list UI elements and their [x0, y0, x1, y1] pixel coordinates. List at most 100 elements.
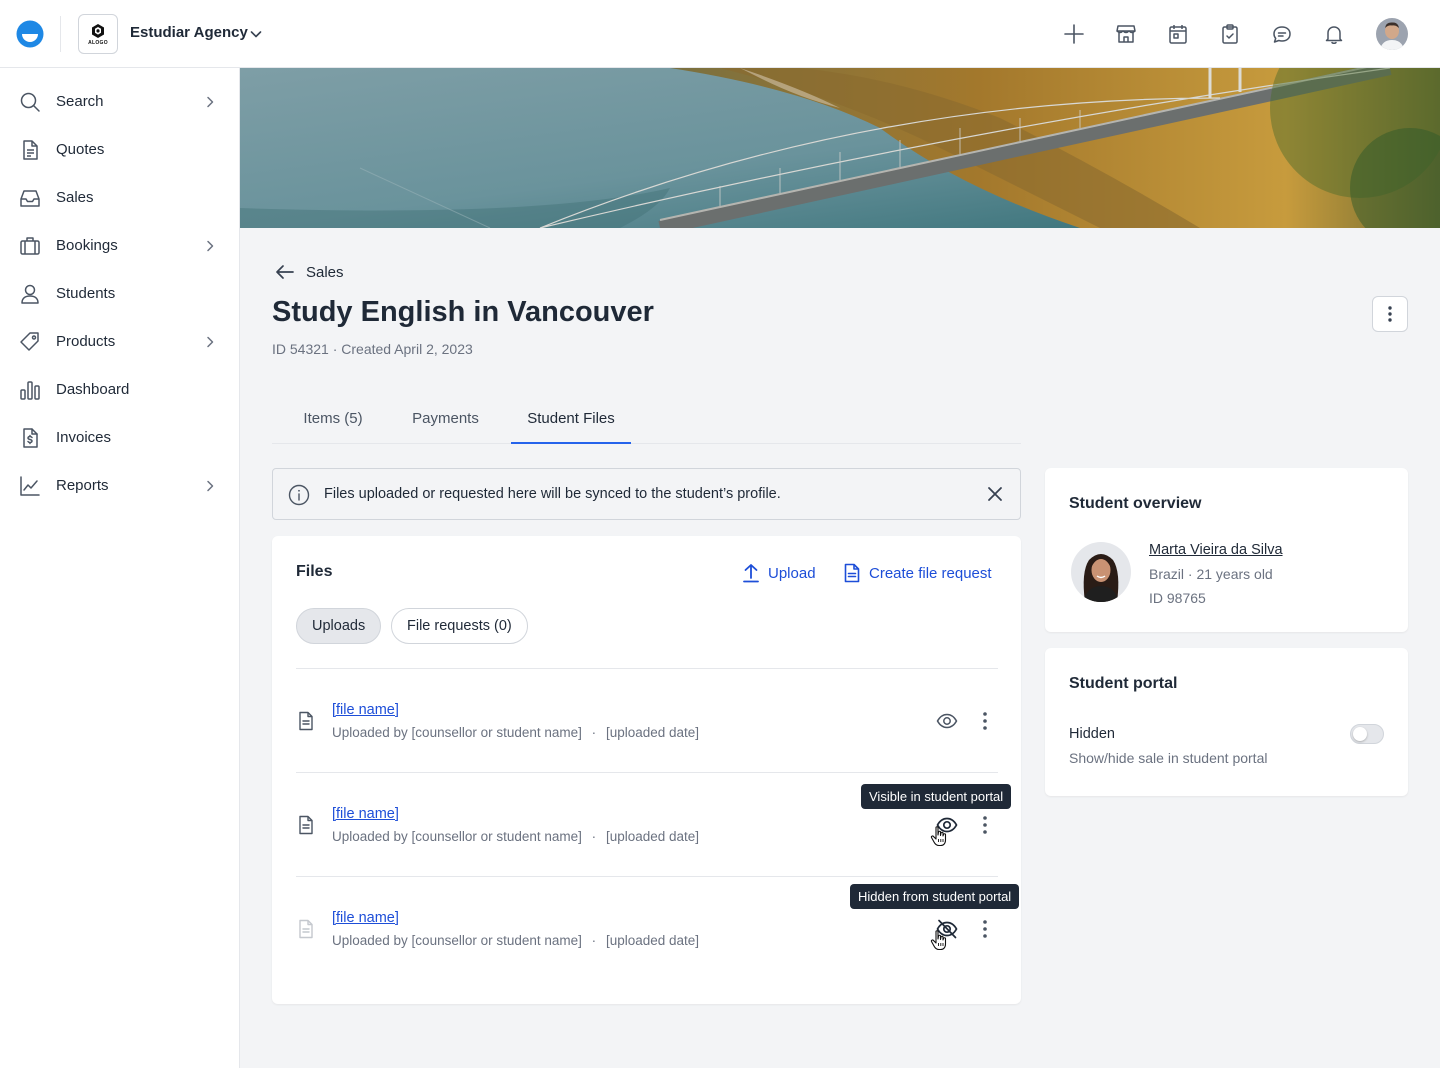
topbar-divider: [60, 16, 61, 52]
eye-icon[interactable]: [935, 709, 959, 733]
calendar-icon[interactable]: [1166, 22, 1190, 46]
sidebar-item-dashboard[interactable]: Dashboard: [0, 366, 239, 414]
student-avatar[interactable]: [1071, 542, 1131, 602]
sidebar-item-products[interactable]: Products: [0, 318, 239, 366]
banner-message: Files uploaded or requested here will be…: [324, 486, 781, 502]
student-details: Brazil · 21 years old: [1149, 566, 1273, 582]
file-uploader: Uploaded by [counsellor or student name]: [332, 725, 582, 740]
kebab-menu-icon[interactable]: [973, 709, 997, 733]
hand-cursor-icon: [930, 929, 948, 951]
kebab-menu-icon[interactable]: [973, 917, 997, 941]
app-logo-icon[interactable]: [16, 20, 44, 48]
portal-status: Hidden: [1069, 726, 1115, 742]
document-icon: [18, 138, 42, 162]
file-icon: [297, 919, 315, 939]
student-portal-card: Student portal Hidden Show/hide sale in …: [1045, 648, 1408, 796]
storefront-icon[interactable]: [1114, 22, 1138, 46]
user-avatar[interactable]: [1376, 18, 1408, 50]
kebab-menu-icon: [1388, 306, 1392, 322]
meta-separator: ·: [591, 829, 597, 844]
sidebar-item-sales[interactable]: Sales: [0, 174, 239, 222]
file-icon: [297, 711, 315, 731]
file-meta: Uploaded by [counsellor or student name]…: [332, 829, 699, 844]
sidebar-item-students[interactable]: Students: [0, 270, 239, 318]
kebab-menu-icon[interactable]: [973, 813, 997, 837]
agency-name[interactable]: Estudiar Agency: [130, 24, 248, 41]
sidebar-item-bookings[interactable]: Bookings: [0, 222, 239, 270]
sidebar-item-search[interactable]: Search: [0, 78, 239, 126]
bell-icon[interactable]: [1322, 22, 1346, 46]
plus-icon[interactable]: [1062, 22, 1086, 46]
meta-separator: ·: [591, 933, 597, 948]
info-banner: Files uploaded or requested here will be…: [272, 468, 1021, 520]
file-upload-date: [uploaded date]: [605, 829, 700, 844]
sidebar-item-quotes[interactable]: Quotes: [0, 126, 239, 174]
chat-icon[interactable]: [1270, 22, 1294, 46]
student-name-link[interactable]: Marta Vieira da Silva: [1149, 542, 1283, 558]
line-chart-icon: [18, 474, 42, 498]
file-name-link[interactable]: [file name]: [332, 702, 399, 718]
tab-student-files[interactable]: Student Files: [511, 396, 631, 444]
sidebar-item-label: Dashboard: [56, 381, 130, 398]
files-title: Files: [296, 563, 333, 580]
sidebar-item-label: Quotes: [56, 141, 105, 158]
sidebar-item-invoices[interactable]: Invoices: [0, 414, 239, 462]
meta-separator: ·: [591, 725, 597, 740]
chevron-right-icon: [202, 478, 218, 494]
sidebar-item-label: Products: [56, 333, 116, 350]
sidebar-item-label: Search: [56, 93, 104, 110]
close-icon[interactable]: [986, 485, 1004, 503]
hero-banner-image: [240, 68, 1440, 228]
back-to-sales-link[interactable]: Sales: [274, 260, 344, 284]
create-file-request-button[interactable]: Create file request: [843, 562, 992, 584]
tab-payments[interactable]: Payments: [400, 396, 491, 444]
invoice-icon: [18, 426, 42, 450]
portal-help-text: Show/hide sale in student portal: [1069, 750, 1268, 766]
search-icon: [18, 90, 42, 114]
upload-button[interactable]: Upload: [742, 562, 816, 584]
file-upload-date: [uploaded date]: [605, 933, 700, 948]
student-overview-title: Student overview: [1069, 495, 1202, 512]
student-overview-card: Student overview Marta Vieira da Silva B…: [1045, 468, 1408, 632]
tooltip-hidden: Hidden from student portal: [850, 884, 1020, 909]
sidebar-item-label: Bookings: [56, 237, 118, 254]
sidebar-item-label: Sales: [56, 189, 94, 206]
filter-file-requests[interactable]: File requests (0): [391, 608, 528, 644]
top-bar: ALOGO Estudiar Agency: [0, 0, 1440, 68]
portal-visibility-toggle[interactable]: [1350, 724, 1384, 744]
hand-cursor-icon: [930, 825, 948, 847]
file-name-link[interactable]: [file name]: [332, 806, 399, 822]
tag-icon: [18, 330, 42, 354]
agency-logo: ALOGO: [78, 14, 118, 54]
inbox-tray-icon: [18, 186, 42, 210]
upload-label: Upload: [768, 564, 816, 582]
page-meta: ID 54321 · Created April 2, 2023: [272, 341, 473, 357]
page-title: Study English in Vancouver: [272, 296, 654, 328]
file-name-link[interactable]: [file name]: [332, 910, 399, 926]
tab-bar: Items (5) Payments Student Files: [272, 396, 1021, 444]
chevron-right-icon: [202, 334, 218, 350]
files-card: Files Upload Create file request Uploads…: [272, 536, 1021, 1004]
back-link-label: Sales: [306, 263, 344, 281]
sidebar-item-label: Students: [56, 285, 116, 302]
page-actions-button[interactable]: [1372, 296, 1408, 332]
sidebar: Search Quotes Sales Bookings Students Pr…: [0, 68, 240, 1068]
file-uploader: Uploaded by [counsellor or student name]: [332, 829, 582, 844]
clipboard-check-icon[interactable]: [1218, 22, 1242, 46]
file-uploader: Uploaded by [counsellor or student name]: [332, 933, 582, 948]
tooltip-visible: Visible in student portal: [861, 784, 1012, 809]
sidebar-item-reports[interactable]: Reports: [0, 462, 239, 510]
chevron-down-icon[interactable]: [248, 26, 264, 42]
file-row: [file name] Uploaded by [counsellor or s…: [296, 668, 998, 772]
file-meta: Uploaded by [counsellor or student name]…: [332, 933, 699, 948]
file-icon: [297, 815, 315, 835]
tab-items[interactable]: Items (5): [288, 396, 378, 444]
info-icon: [288, 484, 310, 506]
filter-uploads[interactable]: Uploads: [296, 608, 382, 644]
chevron-right-icon: [202, 94, 218, 110]
sidebar-item-label: Reports: [56, 477, 109, 494]
agency-logo-wordmark: ALOGO: [88, 39, 108, 46]
user-icon: [18, 282, 42, 306]
arrow-left-icon: [276, 265, 294, 279]
luggage-icon: [18, 234, 42, 258]
